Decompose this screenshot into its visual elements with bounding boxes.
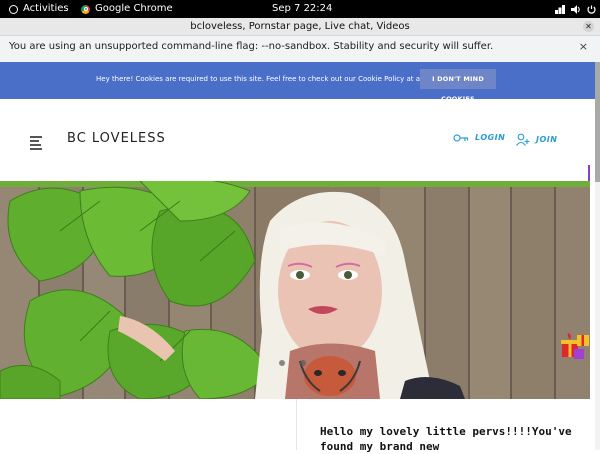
hamburger-menu-icon[interactable]	[30, 136, 42, 152]
window-title: bcloveless, Pornstar page, Live chat, Vi…	[190, 21, 410, 32]
add-user-icon	[516, 133, 530, 146]
key-icon	[453, 133, 469, 142]
app-menu[interactable]: Google Chrome	[81, 0, 173, 18]
hero-image	[0, 181, 590, 399]
chrome-icon	[81, 4, 90, 14]
infobar-close-button[interactable]: ×	[579, 36, 588, 58]
system-top-bar: Activities Google Chrome Sep 7 22:24	[0, 0, 600, 18]
infobar-message: You are using an unsupported command-lin…	[9, 41, 494, 52]
window-title-bar: bcloveless, Pornstar page, Live chat, Vi…	[0, 18, 600, 36]
clock-label: Sep 7 22:24	[272, 3, 333, 14]
login-label: LOGIN	[475, 133, 506, 142]
app-menu-label: Google Chrome	[95, 3, 173, 14]
page-scrollbar[interactable]	[595, 62, 600, 450]
system-menu[interactable]	[555, 0, 596, 18]
cookie-banner: Hey there! Cookies are required to use t…	[0, 62, 595, 103]
site-header: BC LOVELESS LOGIN JOIN	[0, 100, 595, 181]
hero-illustration	[0, 181, 465, 399]
network-icon	[555, 4, 565, 14]
scrollbar-thumb[interactable]	[595, 62, 600, 182]
join-label: JOIN	[536, 135, 558, 144]
join-link[interactable]: JOIN	[516, 133, 557, 146]
accept-cookies-button[interactable]: I DON'T MIND COOKIES	[420, 69, 496, 103]
activities-icon	[9, 4, 18, 14]
activities-button[interactable]: Activities	[9, 0, 69, 18]
column-divider	[296, 399, 297, 450]
intro-section: Hello my lovely little pervs!!!!You've f…	[0, 399, 595, 453]
cookie-banner-text: Hey there! Cookies are required to use t…	[96, 75, 449, 83]
login-link[interactable]: LOGIN	[453, 133, 505, 142]
activities-label: Activities	[23, 3, 69, 14]
unsupported-flag-infobar: You are using an unsupported command-lin…	[0, 36, 600, 63]
window-close-button[interactable]: ✕	[583, 21, 594, 32]
clock[interactable]: Sep 7 22:24	[272, 0, 332, 18]
volume-icon	[571, 4, 580, 14]
power-icon	[587, 5, 596, 14]
site-logo[interactable]: BC LOVELESS	[67, 131, 166, 146]
gift-icon[interactable]	[560, 329, 590, 361]
